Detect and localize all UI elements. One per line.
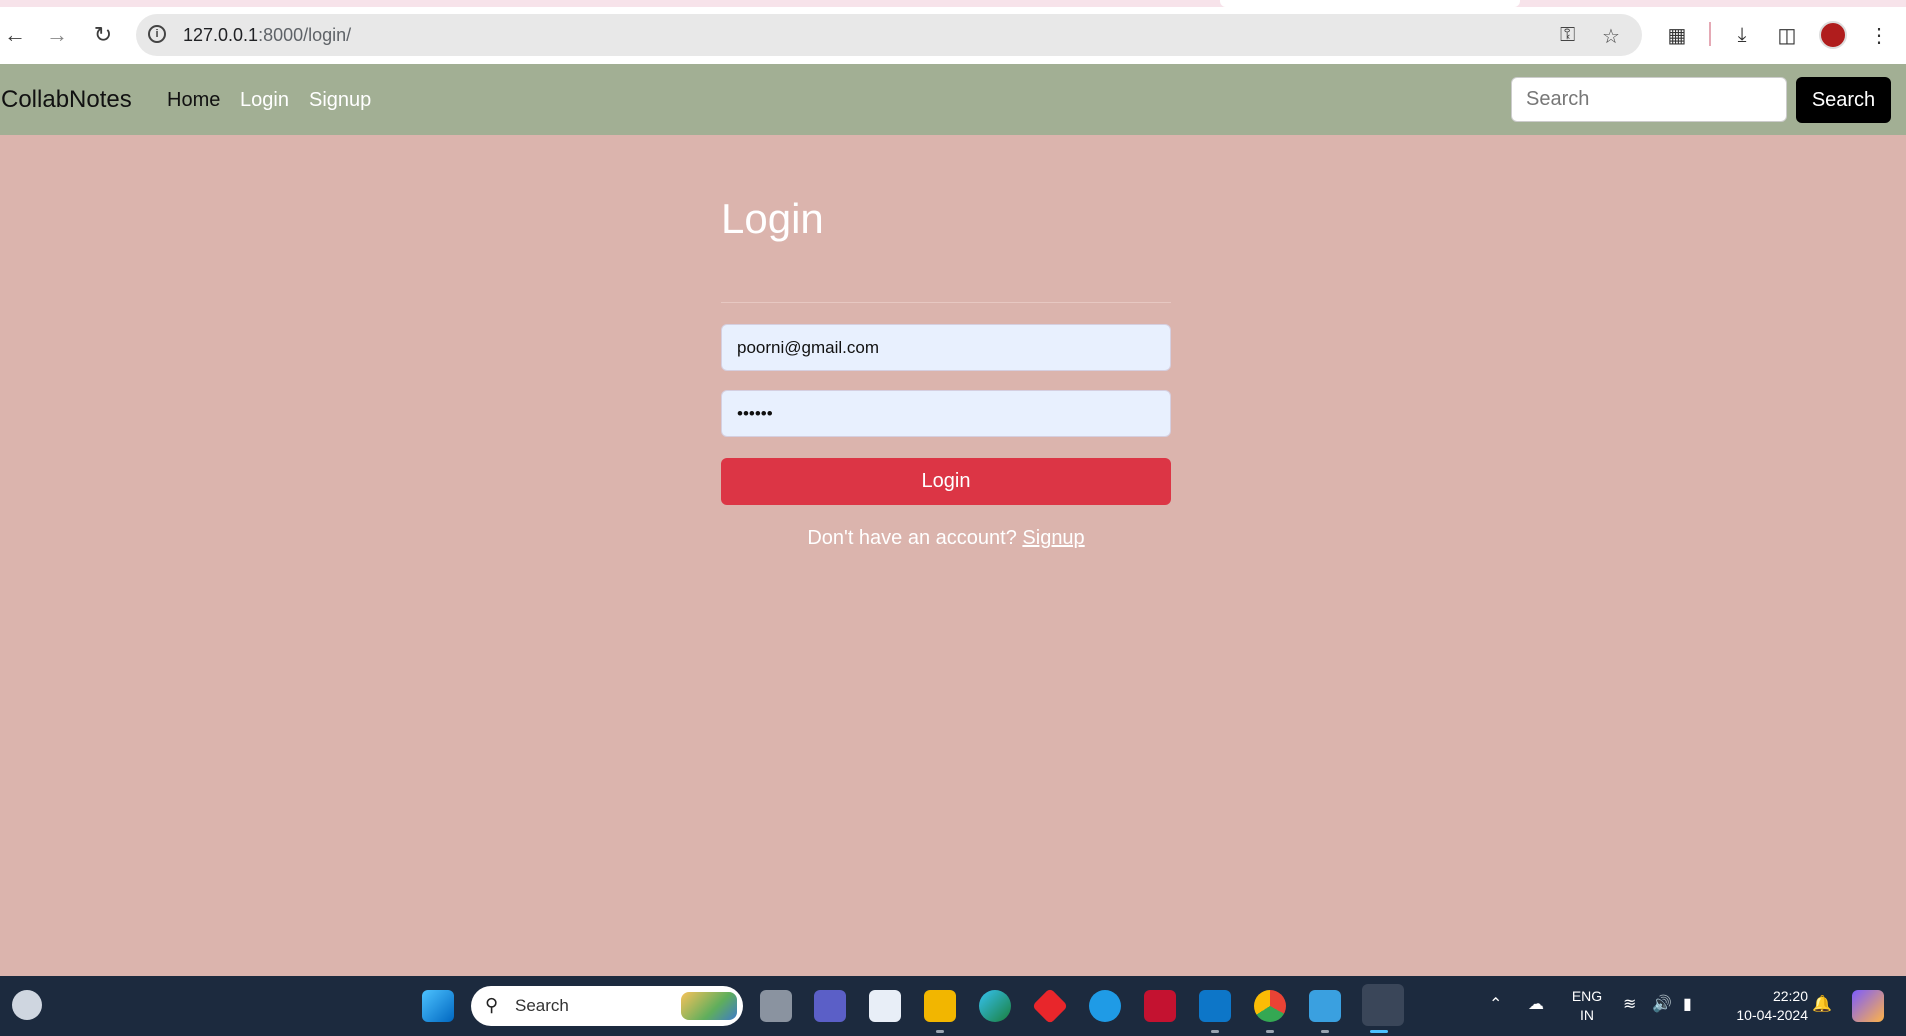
running-indicator: [936, 1030, 944, 1033]
taskbar-search-label: Search: [515, 996, 569, 1015]
running-indicator: [1321, 1030, 1329, 1033]
language-indicator[interactable]: ENG IN: [1569, 987, 1605, 1025]
url-path: :8000/login/: [258, 25, 352, 45]
profile-avatar[interactable]: [1819, 21, 1847, 49]
site-navbar: CollabNotes Home Login Signup Search: [0, 64, 1906, 135]
weather-widget-icon[interactable]: [12, 990, 42, 1020]
active-tab[interactable]: [1220, 0, 1520, 7]
menu-kebab-icon[interactable]: ⋮: [1864, 20, 1894, 50]
nav-login-link[interactable]: Login: [240, 89, 289, 112]
clock-time: 22:20: [1772, 988, 1808, 1004]
running-indicator: [1266, 1030, 1274, 1033]
search-highlight-icon: [681, 992, 737, 1020]
snipping-tool-icon[interactable]: [1362, 984, 1404, 1026]
edge-icon[interactable]: [979, 990, 1011, 1022]
battery-icon[interactable]: ▮: [1683, 994, 1692, 1014]
teams-icon[interactable]: [814, 990, 846, 1022]
chrome-icon[interactable]: [1254, 990, 1286, 1022]
toolbar-divider: [1709, 22, 1711, 46]
task-view-icon[interactable]: [760, 990, 792, 1022]
brand-logo[interactable]: CollabNotes: [1, 86, 132, 114]
reload-icon[interactable]: ↻: [88, 20, 118, 50]
taskbar-search[interactable]: ⚲ Search: [471, 986, 743, 1026]
notepad-icon[interactable]: [1309, 990, 1341, 1022]
running-indicator: [1211, 1030, 1219, 1033]
language-code: ENG: [1571, 988, 1603, 1004]
login-title: Login: [721, 195, 824, 242]
url-host: 127.0.0.1: [183, 25, 259, 45]
password-key-icon[interactable]: ⚿: [1560, 24, 1575, 47]
forward-icon[interactable]: →: [42, 20, 72, 50]
red-diamond-app-icon[interactable]: [1031, 987, 1069, 1025]
vscode-icon[interactable]: [1199, 990, 1231, 1022]
signup-prompt: Don't have an account? Signup: [721, 527, 1171, 550]
signup-prompt-text: Don't have an account?: [807, 527, 1017, 549]
show-hidden-icons-icon[interactable]: ⌃: [1489, 994, 1502, 1014]
language-region: IN: [1580, 1007, 1594, 1023]
search-icon: ⚲: [485, 995, 499, 1015]
back-icon[interactable]: ←: [0, 20, 30, 50]
search-input[interactable]: [1511, 77, 1787, 122]
nav-home-link[interactable]: Home: [167, 89, 220, 112]
store-icon[interactable]: [869, 990, 901, 1022]
help-icon[interactable]: [1089, 990, 1121, 1022]
nav-signup-link[interactable]: Signup: [309, 89, 371, 112]
side-panel-icon[interactable]: ◫: [1772, 20, 1802, 50]
mcafee-icon[interactable]: [1144, 990, 1176, 1022]
clock[interactable]: 22:20 10-04-2024: [1720, 987, 1808, 1025]
download-icon[interactable]: ⤓: [1727, 20, 1757, 50]
notification-bell-icon[interactable]: 🔔: [1812, 994, 1832, 1014]
form-divider: [721, 302, 1171, 303]
file-explorer-icon[interactable]: [924, 990, 956, 1022]
email-field[interactable]: [721, 324, 1171, 371]
copilot-icon[interactable]: [1852, 990, 1884, 1022]
login-button[interactable]: Login: [721, 458, 1171, 505]
signup-link[interactable]: Signup: [1022, 527, 1084, 549]
extensions-icon[interactable]: ▦: [1662, 20, 1692, 50]
browser-toolbar: ← → ↻ i 127.0.0.1:8000/login/ ⚿ ☆ ▦ ⤓ ◫ …: [0, 0, 1906, 64]
search-button[interactable]: Search: [1796, 77, 1891, 123]
taskbar: ⚲ Search ⌃ ☁ ENG IN ≋ 🔊 ▮ 22:20 10-04-20…: [0, 976, 1906, 1036]
onedrive-cloud-icon[interactable]: ☁: [1528, 994, 1544, 1014]
active-indicator: [1370, 1030, 1388, 1033]
site-info-icon[interactable]: i: [148, 25, 166, 43]
volume-icon[interactable]: 🔊: [1652, 994, 1672, 1014]
wifi-icon[interactable]: ≋: [1623, 994, 1636, 1014]
login-form: Login Login Don't have an account? Signu…: [721, 195, 1171, 549]
tab-strip: [0, 0, 1906, 7]
bookmark-star-icon[interactable]: ☆: [1602, 24, 1620, 49]
address-url[interactable]: 127.0.0.1:8000/login/: [183, 25, 351, 46]
start-windows-icon[interactable]: [422, 990, 454, 1022]
password-field[interactable]: [721, 390, 1171, 437]
address-bar[interactable]: i 127.0.0.1:8000/login/ ⚿ ☆: [136, 14, 1642, 56]
clock-date: 10-04-2024: [1736, 1007, 1808, 1023]
